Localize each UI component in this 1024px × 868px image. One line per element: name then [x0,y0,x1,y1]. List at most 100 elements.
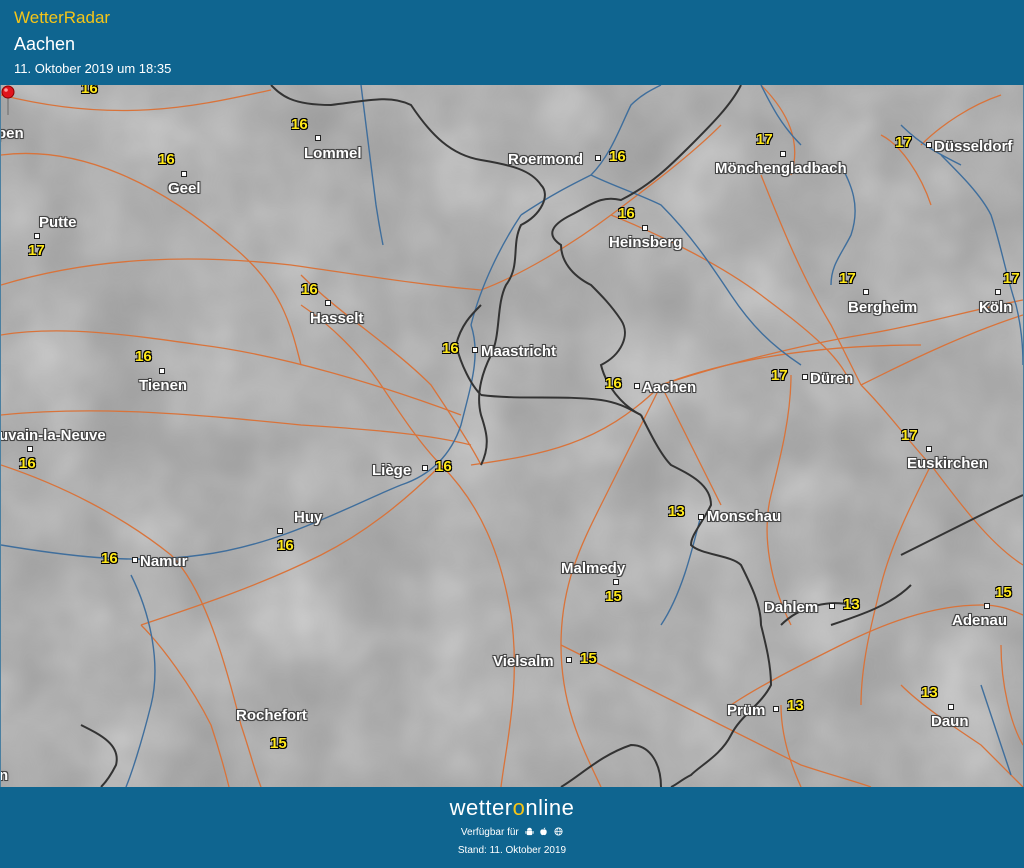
temperature-liege: 16 [435,458,452,475]
location-marker-daun[interactable] [948,704,954,710]
temperature-euskirchen: 17 [901,427,918,444]
place-label-dueren: Düren [810,370,854,387]
place-label-rochefort: Rochefort [236,707,307,724]
availability-text: Verfügbar für [460,827,519,838]
place-label-roermond: Roermond [508,151,583,168]
temperature-lommel: 16 [291,116,308,133]
temperature-moenchengladbach: 17 [756,131,773,148]
place-label-daun: Daun [931,713,969,730]
location-marker-dahlem[interactable] [829,603,835,609]
location-marker-hasselt[interactable] [325,300,331,306]
place-label-namur: Namur [140,553,188,570]
brand-logo[interactable]: wetteronline [0,795,1024,821]
place-label-tienen: Tienen [139,377,188,394]
brand-part-1: wetter [449,795,513,820]
temperature-pruem: 13 [787,697,804,714]
location-marker-duesseldorf[interactable] [926,142,932,148]
place-label-lommel: Lommel [304,145,362,162]
place-label-louvain-la-neuve: uvain-la-Neuve [1,427,106,444]
temperature-geel: 16 [158,151,175,168]
location-marker-pruem[interactable] [773,706,779,712]
location-marker-adenau[interactable] [984,603,990,609]
edge-label-pen: pen [1,125,24,142]
location-marker-bergheim[interactable] [863,289,869,295]
brand-o: o [512,795,526,820]
weather-map[interactable]: 16 pen n 16 Lommel 16 Geel Putte 17 16 H… [1,85,1023,787]
location-marker-monschau[interactable] [698,514,704,520]
web-globe-icon[interactable] [554,827,563,836]
map-background [1,85,1023,787]
temperature-huy: 16 [277,537,294,554]
header: WetterRadar Aachen 11. Oktober 2019 um 1… [0,0,1024,85]
place-label-euskirchen: Euskirchen [907,455,988,472]
location-marker-moenchengladbach[interactable] [780,151,786,157]
location-marker-dueren[interactable] [802,374,808,380]
temperature-roermond: 16 [609,148,626,165]
location-marker-maastricht[interactable] [472,347,478,353]
place-label-putte: Putte [39,214,77,231]
location-marker-malmedy[interactable] [613,579,619,585]
brand-part-2: nline [525,795,575,820]
temperature-rochefort: 15 [270,735,287,752]
android-icon[interactable] [524,827,534,836]
place-label-liege: Liège [372,462,412,479]
timestamp: 11. Oktober 2019 um 18:35 [14,61,172,76]
location-marker-koeln[interactable] [995,289,1001,295]
temperature-bergheim: 17 [839,270,856,287]
place-label-geel: Geel [168,180,201,197]
apple-icon[interactable] [539,827,548,836]
location-marker-louvain-la-neuve[interactable] [27,446,33,452]
temperature-malmedy: 15 [605,588,622,605]
temperature-louvain-la-neuve: 16 [19,455,36,472]
location-marker-geel[interactable] [181,171,187,177]
location-marker-liege[interactable] [422,465,428,471]
place-label-koeln: Köln [979,299,1013,316]
location-marker-tienen[interactable] [159,368,165,374]
place-label-huy: Huy [294,509,323,526]
temperature-tienen: 16 [135,348,152,365]
location-marker-heinsberg[interactable] [642,225,648,231]
edge-temperature: 16 [81,85,98,97]
temperature-adenau: 15 [995,584,1012,601]
temperature-maastricht: 16 [442,340,459,357]
location-marker-huy[interactable] [277,528,283,534]
location-marker-vielsalm[interactable] [566,657,572,663]
location-marker-euskirchen[interactable] [926,446,932,452]
footer: wetteronline Verfügbar für Stand: 11. Ok… [0,787,1024,868]
place-label-dahlem: Dahlem [764,599,819,616]
location-marker-namur[interactable] [132,557,138,563]
location-marker-roermond[interactable] [595,155,601,161]
place-label-moenchengladbach: Mönchengladbach [715,160,847,177]
temperature-namur: 16 [101,550,118,567]
location-marker-putte[interactable] [34,233,40,239]
temperature-vielsalm: 15 [580,650,597,667]
availability-line: Verfügbar für [0,827,1024,838]
temperature-koeln: 17 [1003,270,1020,287]
temperature-aachen: 16 [605,375,622,392]
location-marker-aachen[interactable] [634,383,640,389]
temperature-putte: 17 [28,242,45,259]
temperature-heinsberg: 16 [618,205,635,222]
place-label-bergheim: Bergheim [848,299,918,316]
place-label-maastricht: Maastricht [481,343,557,360]
edge-label-n: n [1,767,9,784]
place-label-pruem: Prüm [727,702,766,719]
location-pin-icon[interactable] [1,85,15,115]
place-label-malmedy: Malmedy [561,560,626,577]
app-title: WetterRadar [14,8,111,27]
place-label-adenau: Adenau [952,612,1008,629]
data-status: Stand: 11. Oktober 2019 [457,845,567,856]
city-name: Aachen [14,34,76,54]
place-label-heinsberg: Heinsberg [609,234,683,251]
temperature-duesseldorf: 17 [895,134,912,151]
place-label-duesseldorf: Düsseldorf [934,138,1013,155]
temperature-hasselt: 16 [301,281,318,298]
location-marker-lommel[interactable] [315,135,321,141]
temperature-dahlem: 13 [843,596,860,613]
place-label-hasselt: Hasselt [310,310,364,327]
temperature-dueren: 17 [771,367,788,384]
place-label-vielsalm: Vielsalm [493,653,554,670]
temperature-monschau: 13 [668,503,685,520]
place-label-aachen: Aachen [642,379,697,396]
place-label-monschau: Monschau [707,508,782,525]
